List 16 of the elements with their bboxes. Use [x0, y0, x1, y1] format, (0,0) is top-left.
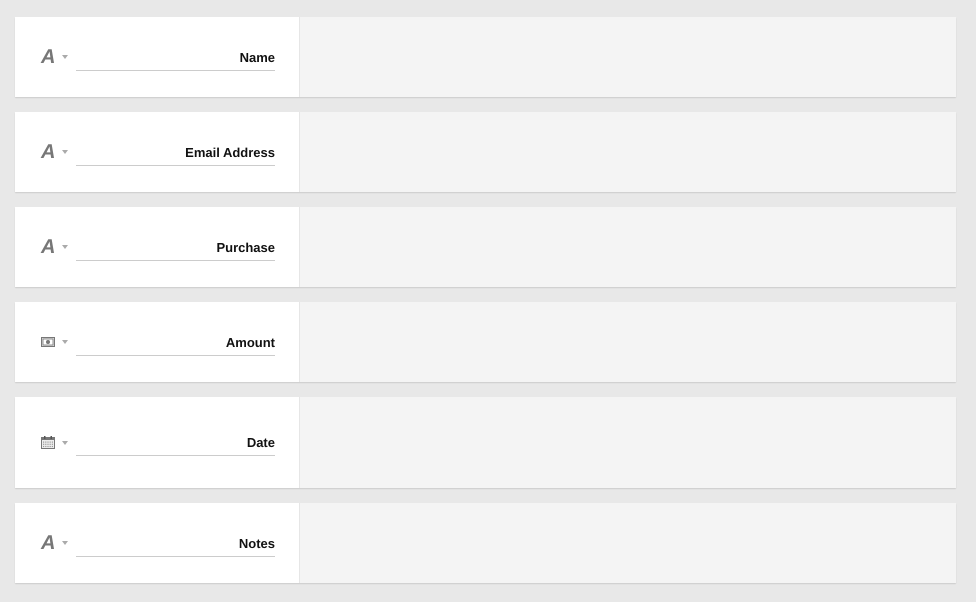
money-icon[interactable]: [41, 337, 55, 347]
text-type-icon[interactable]: A: [41, 47, 56, 67]
caret-icon[interactable]: [62, 340, 68, 344]
field-name-input[interactable]: Email Address: [76, 138, 275, 166]
text-type-icon[interactable]: A: [41, 533, 56, 553]
caret-icon[interactable]: [62, 541, 68, 545]
caret-icon[interactable]: [62, 55, 68, 59]
field-name-input[interactable]: Name: [76, 44, 275, 70]
text-type-icon[interactable]: A: [41, 142, 56, 162]
caret-icon[interactable]: [62, 440, 68, 444]
field-name-input[interactable]: Notes: [76, 530, 275, 556]
text-type-icon[interactable]: A: [41, 237, 56, 257]
caret-icon[interactable]: [62, 245, 68, 249]
calendar-icon[interactable]: [41, 436, 55, 449]
caret-icon[interactable]: [62, 150, 68, 154]
field-name-input[interactable]: Purchase: [76, 234, 275, 260]
